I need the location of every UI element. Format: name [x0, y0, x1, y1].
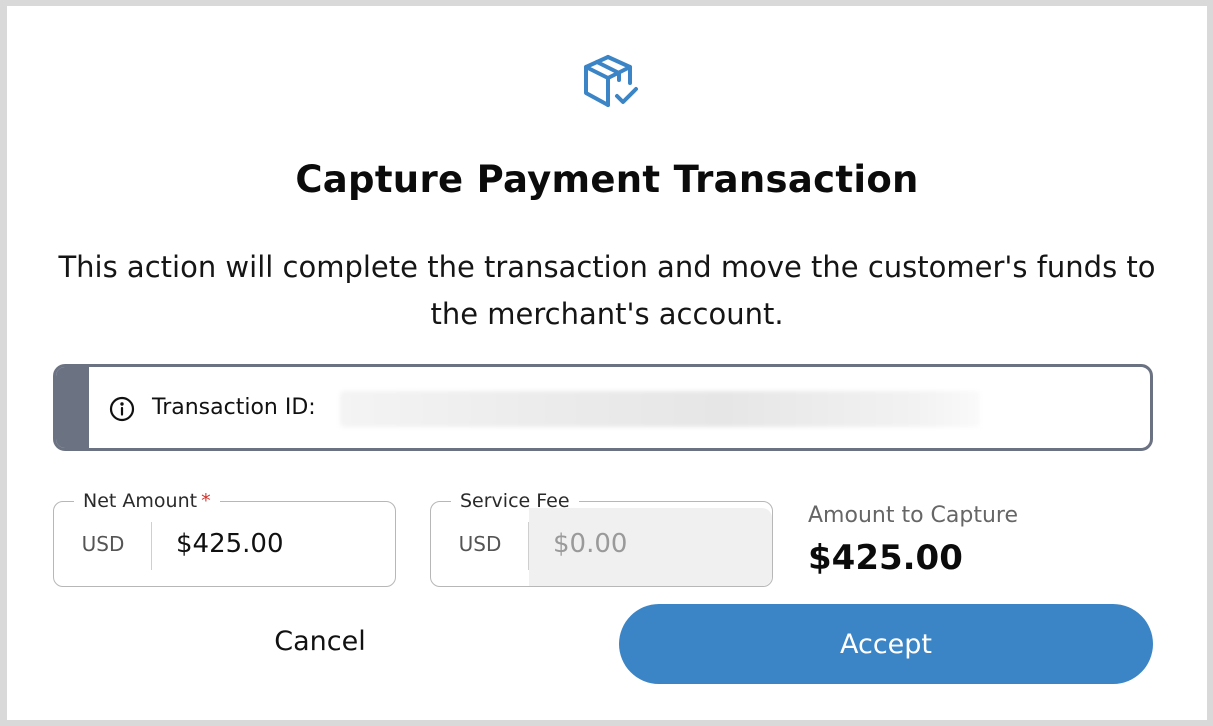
field-divider — [151, 522, 152, 570]
transaction-id-label: Transaction ID: — [152, 395, 316, 420]
net-amount-field[interactable]: Net Amount * USD $425.00 — [53, 489, 396, 587]
redacted-transaction-id — [340, 391, 980, 427]
cancel-button[interactable]: Cancel — [220, 626, 420, 666]
service-fee-input: $0.00 — [553, 529, 628, 559]
dialog-title: Capture Payment Transaction — [295, 158, 919, 201]
amount-to-capture-value: $425.00 — [808, 538, 963, 578]
package-check-icon — [581, 53, 641, 113]
banner-accent-stripe — [56, 367, 89, 448]
capture-payment-dialog: Capture Payment Transaction This action … — [7, 6, 1207, 720]
service-fee-currency: USD — [458, 532, 502, 556]
dialog-description: This action will complete the transactio… — [58, 250, 1156, 331]
transaction-id-banner: Transaction ID: — [53, 364, 1153, 451]
info-icon — [109, 396, 135, 422]
net-amount-input[interactable]: $425.00 — [176, 502, 284, 586]
amount-to-capture-label: Amount to Capture — [808, 503, 1018, 528]
service-fee-field: Service Fee USD $0.00 — [430, 489, 773, 587]
net-amount-currency: USD — [81, 532, 125, 556]
accept-button[interactable]: Accept — [619, 604, 1153, 684]
